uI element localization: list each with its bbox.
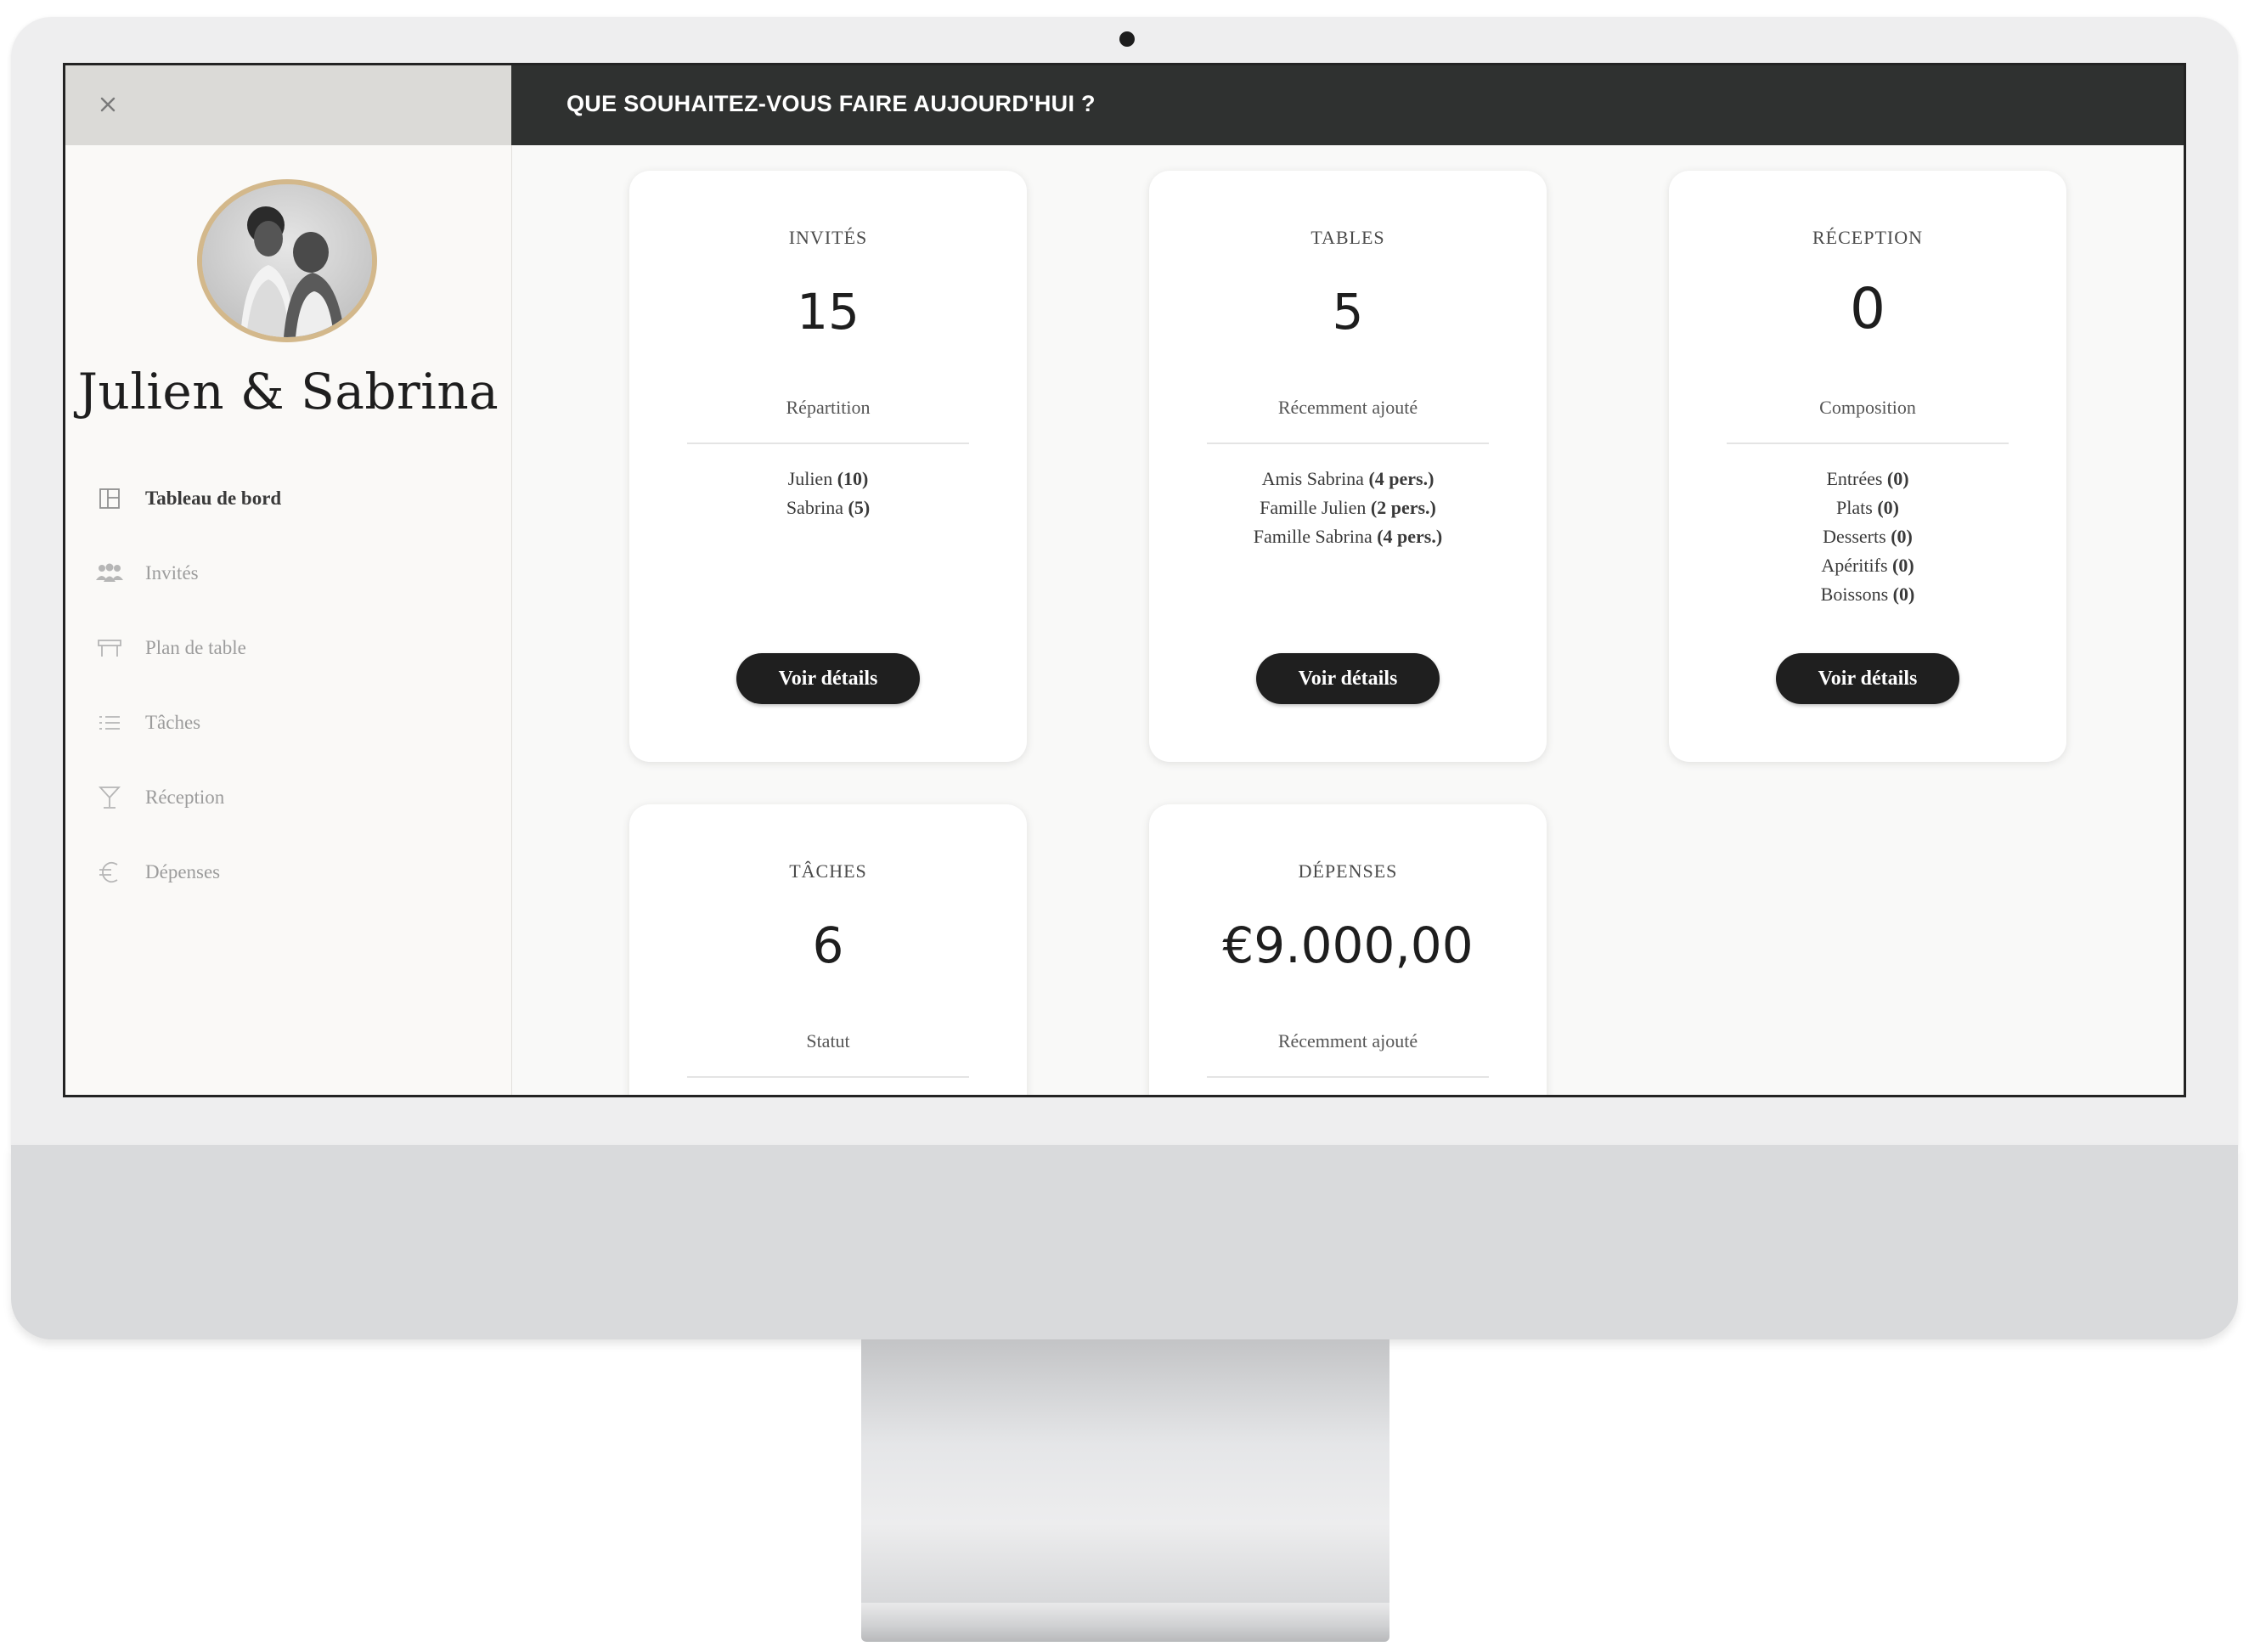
list-item: Entrées (0): [1826, 468, 1909, 489]
couple-name: Julien & Sabrina: [77, 363, 499, 420]
sidebar-item-label: Plan de table: [145, 637, 246, 658]
card-list: Entrées (0) Plats (0) Desserts (0) Apéri…: [1669, 465, 2066, 609]
sidebar-item-tasks[interactable]: Tâches: [94, 685, 281, 760]
card-subtitle: Statut: [806, 1030, 850, 1052]
monitor-stand-base: [861, 1603, 1389, 1642]
card-subtitle: Récemment ajouté: [1277, 1030, 1418, 1052]
view-details-button[interactable]: Voir détails: [1256, 653, 1440, 704]
sidebar-item-label: Tableau de bord: [145, 488, 282, 509]
screen: Julien & Sabrina Tableau de bord Invités…: [63, 63, 2186, 1097]
monitor-chin: [11, 1145, 2238, 1339]
list-item: Boissons (0): [1820, 584, 1915, 605]
table-icon: [94, 635, 125, 661]
list-item: Famille Sabrina (4 pers.): [1253, 526, 1443, 547]
monitor-stand: [861, 1339, 1389, 1603]
list-item: Famille Julien (2 pers.): [1260, 497, 1436, 518]
card-value: 15: [797, 283, 860, 341]
page-title: QUE SOUHAITEZ-VOUS FAIRE AUJOURD'HUI ?: [566, 91, 1096, 116]
divider: [1727, 443, 2009, 444]
card-subtitle: Répartition: [786, 397, 871, 418]
list-item: Apéritifs (0): [1821, 555, 1914, 576]
cocktail-glass-icon: [94, 785, 125, 810]
view-details-button[interactable]: Voir détails: [1776, 653, 1959, 704]
card-expenses: DÉPENSES €9.000,00 Récemment ajouté: [1149, 804, 1547, 1095]
dashboard-icon: [94, 486, 125, 511]
divider: [1207, 1076, 1489, 1078]
card-value: 6: [812, 916, 844, 974]
card-title: DÉPENSES: [1298, 860, 1398, 882]
card-reception: RÉCEPTION 0 Composition Entrées (0) Plat…: [1669, 171, 2066, 762]
card-value: 5: [1332, 283, 1364, 341]
divider: [687, 1076, 969, 1078]
card-title: INVITÉS: [788, 227, 868, 248]
card-title: RÉCEPTION: [1812, 227, 1923, 248]
sidebar-item-label: Tâches: [145, 712, 201, 733]
sidebar-nav: Tableau de bord Invités Plan de table Tâ…: [94, 461, 281, 910]
close-icon[interactable]: [96, 93, 120, 116]
card-subtitle: Récemment ajouté: [1277, 397, 1418, 418]
sidebar: Julien & Sabrina Tableau de bord Invités…: [65, 65, 512, 1095]
list-item: Julien (10): [787, 468, 869, 489]
sidebar-item-seating[interactable]: Plan de table: [94, 611, 281, 685]
card-guests: INVITÉS 15 Répartition Julien (10) Sabri…: [629, 171, 1027, 762]
card-value: €9.000,00: [1222, 916, 1474, 974]
list-item: Desserts (0): [1823, 526, 1913, 547]
sidebar-item-reception[interactable]: Réception: [94, 760, 281, 835]
camera-dot: [1119, 31, 1135, 47]
top-bar: QUE SOUHAITEZ-VOUS FAIRE AUJOURD'HUI ?: [511, 65, 2184, 145]
sidebar-item-dashboard[interactable]: Tableau de bord: [94, 461, 281, 536]
card-subtitle: Composition: [1819, 397, 1916, 418]
sidebar-item-guests[interactable]: Invités: [94, 536, 281, 611]
sidebar-item-expenses[interactable]: Dépenses: [94, 835, 281, 910]
card-list: Amis Sabrina (4 pers.) Famille Julien (2…: [1149, 465, 1547, 551]
card-tasks: TÂCHES 6 Statut: [629, 804, 1027, 1095]
euro-icon: [94, 860, 125, 885]
guests-icon: [94, 561, 125, 586]
avatar: [197, 179, 377, 342]
sidebar-header: [65, 65, 511, 145]
divider: [1207, 443, 1489, 444]
list-item: Plats (0): [1836, 497, 1899, 518]
list-item: Sabrina (5): [786, 497, 871, 518]
card-list: Julien (10) Sabrina (5): [629, 465, 1027, 522]
card-value: 0: [1850, 276, 1885, 341]
list-icon: [94, 710, 125, 736]
card-title: TÂCHES: [789, 860, 867, 882]
card-title: TABLES: [1311, 227, 1385, 248]
list-item: Amis Sabrina (4 pers.): [1261, 468, 1435, 489]
sidebar-item-label: Invités: [145, 562, 199, 584]
view-details-button[interactable]: Voir détails: [736, 653, 920, 704]
card-tables: TABLES 5 Récemment ajouté Amis Sabrina (…: [1149, 171, 1547, 762]
sidebar-item-label: Dépenses: [145, 861, 221, 882]
divider: [687, 443, 969, 444]
sidebar-item-label: Réception: [145, 787, 225, 808]
